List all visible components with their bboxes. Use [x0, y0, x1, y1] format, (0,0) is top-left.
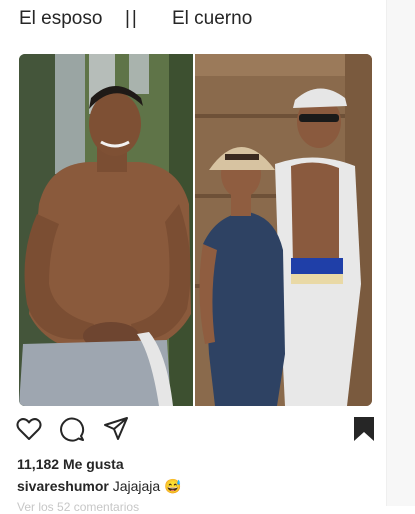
caption-right-label: El cuerno: [172, 8, 253, 29]
caption-left-label: El esposo: [19, 8, 103, 29]
post-caption: sivareshumor Jajajaja 😅: [17, 478, 182, 495]
post-actions-bar: [0, 415, 387, 445]
view-comments-link[interactable]: Ver los 52 comentarios: [17, 500, 139, 514]
likes-count[interactable]: 11,182 Me gusta: [17, 456, 124, 472]
caption-separator: ||: [125, 8, 139, 29]
adjacent-panel-edge: [386, 0, 415, 506]
bookmark-icon[interactable]: [350, 415, 378, 443]
paper-plane-icon[interactable]: [102, 415, 130, 443]
caption-emoji: 😅: [164, 478, 182, 494]
post-image[interactable]: [19, 54, 372, 406]
comment-icon[interactable]: [58, 415, 86, 443]
image-caption-header: El esposo || El cuerno: [0, 8, 387, 34]
photo-husband: [19, 54, 193, 406]
photo-lover: [195, 54, 372, 406]
caption-text: Jajajaja: [112, 478, 161, 494]
caption-username[interactable]: sivareshumor: [17, 478, 109, 494]
heart-icon[interactable]: [15, 415, 43, 443]
